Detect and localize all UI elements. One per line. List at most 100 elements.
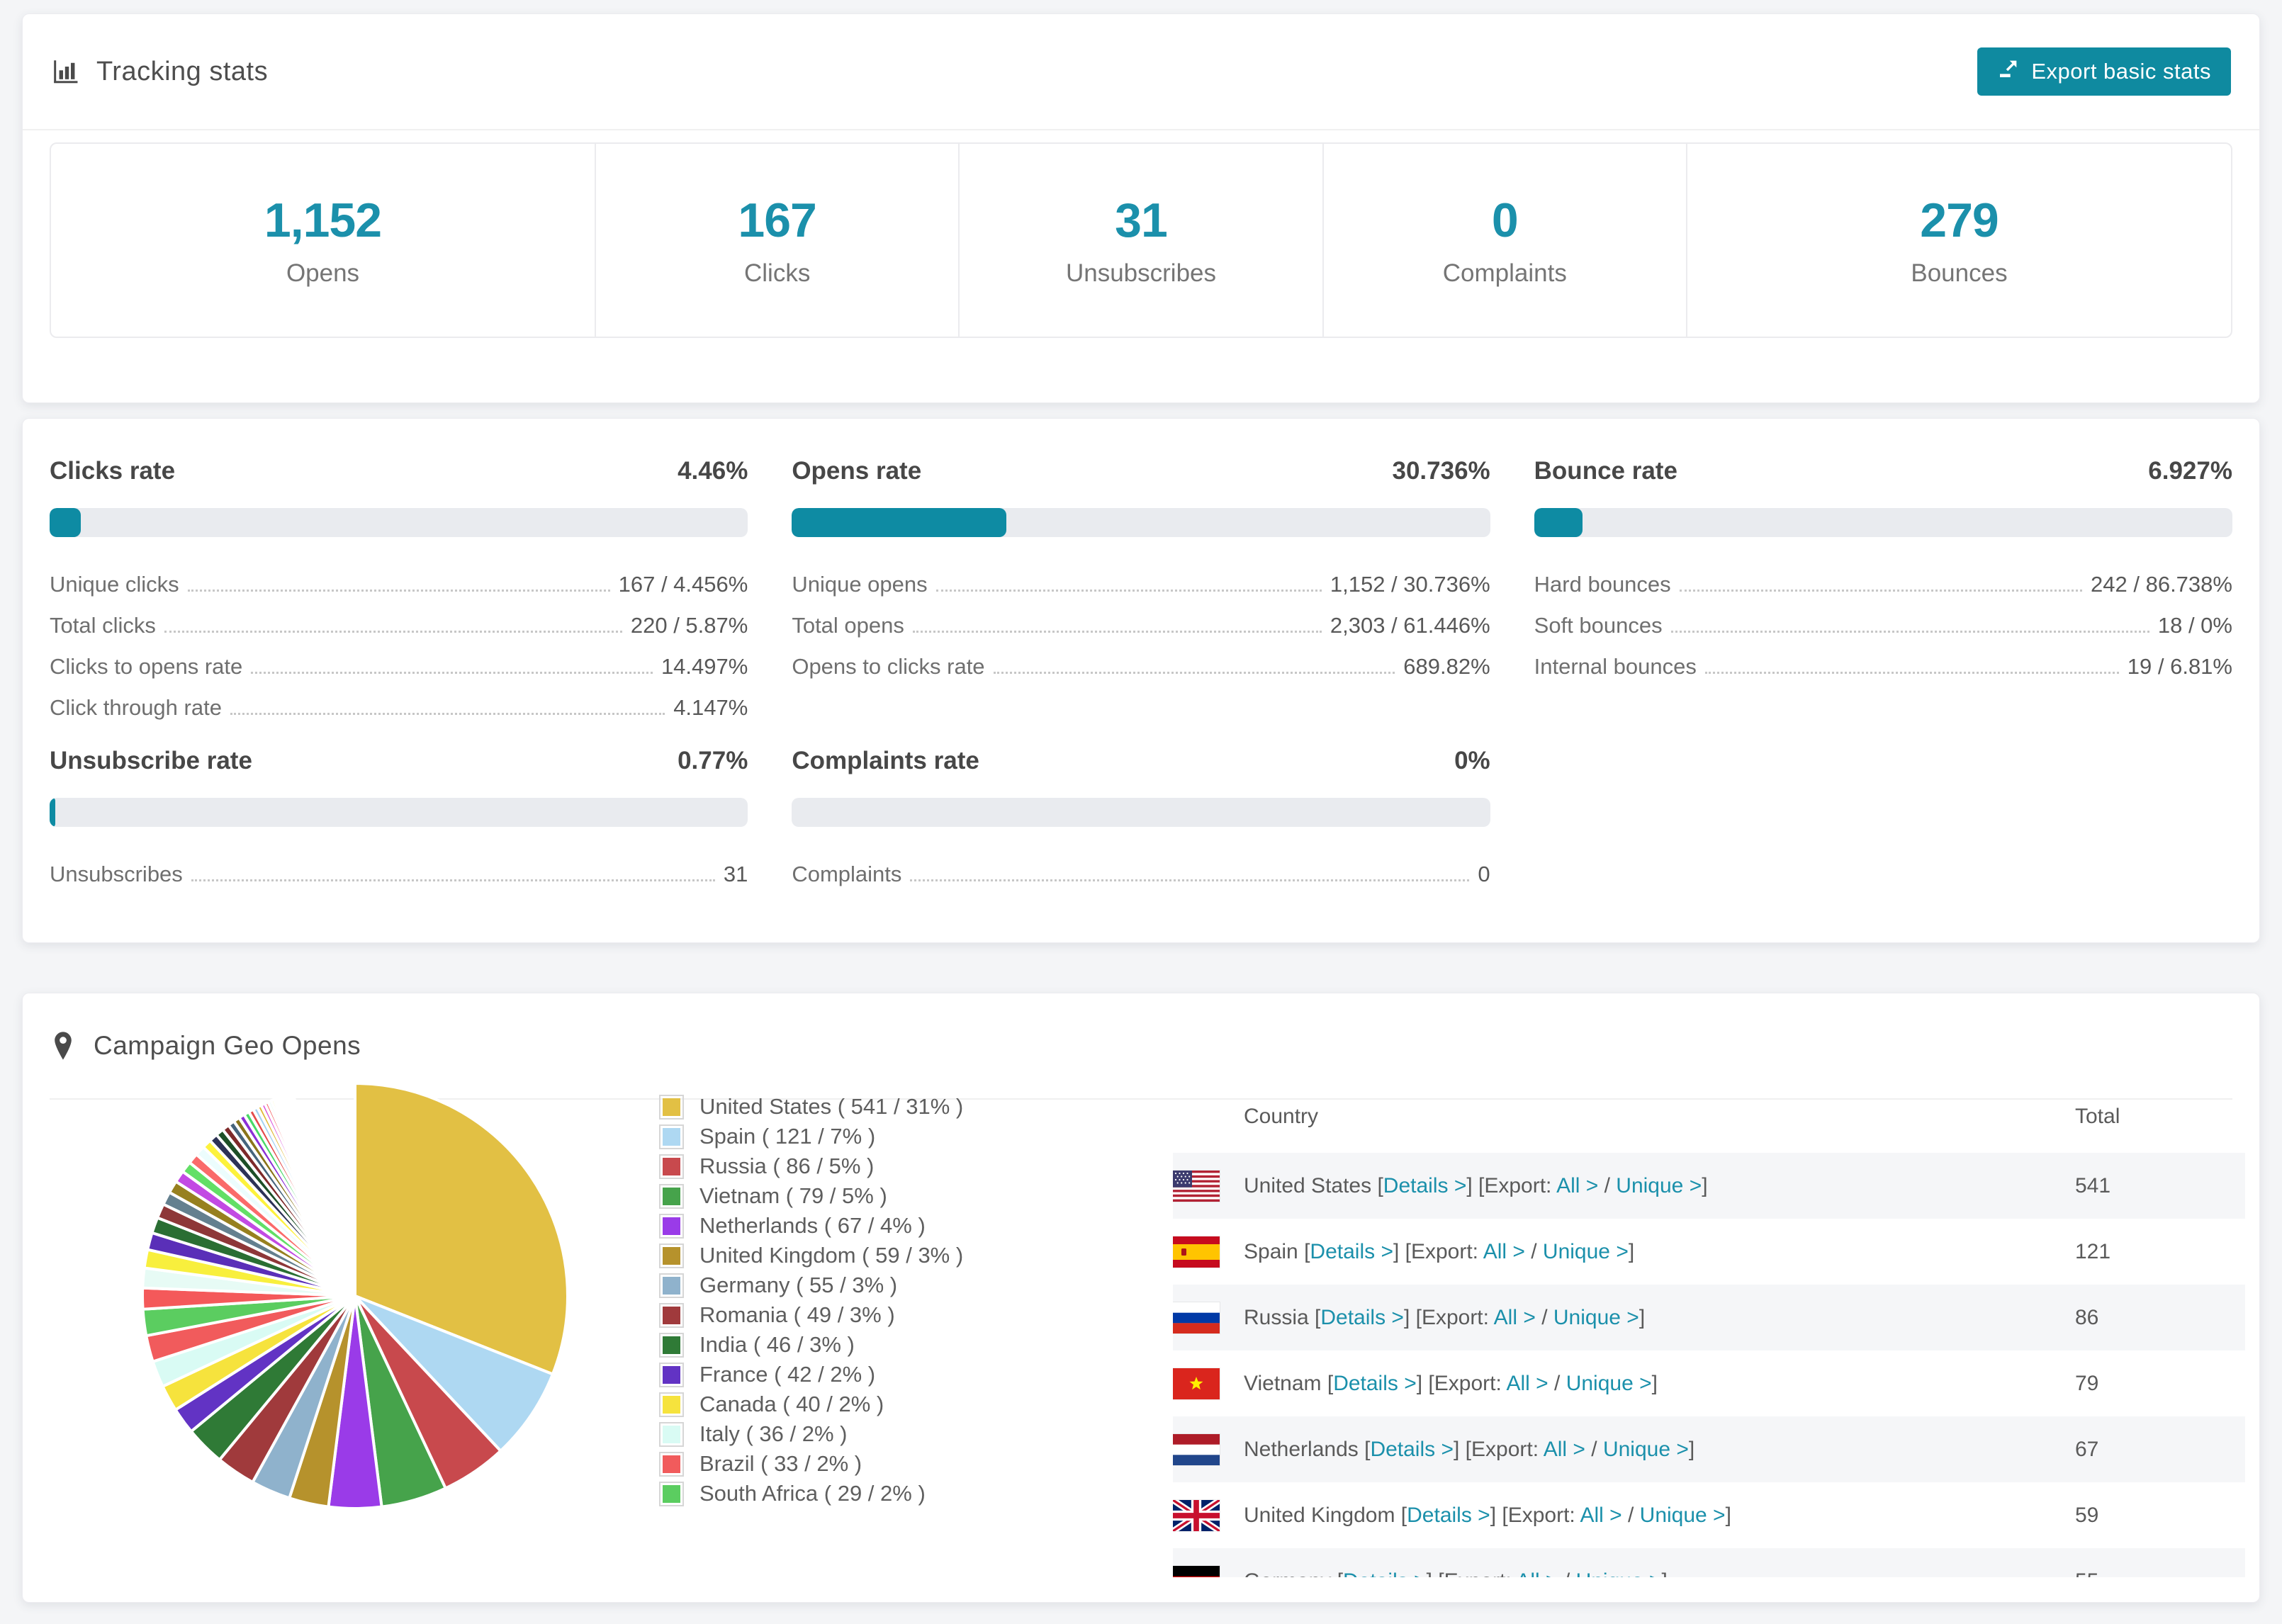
legend-label: France ( 42 / 2% ) bbox=[699, 1362, 876, 1387]
export-unique-link[interactable]: Unique > bbox=[1576, 1569, 1662, 1578]
rate-block-unsubscribe-rate: Unsubscribe rate 0.77% Unsubscribes 31 bbox=[50, 747, 748, 893]
rate-row-label: Unsubscribes bbox=[50, 862, 183, 886]
export-unique-link[interactable]: Unique > bbox=[1603, 1438, 1689, 1461]
export-unique-link[interactable]: Unique > bbox=[1553, 1306, 1639, 1329]
country-total: 541 bbox=[2075, 1173, 2111, 1197]
country-cell: Germany [Details >] [Export: All > / Uni… bbox=[1244, 1569, 2075, 1578]
country-cell: Netherlands [Details >] [Export: All > /… bbox=[1244, 1438, 2075, 1462]
country-name: Netherlands bbox=[1244, 1437, 1359, 1461]
bracket-text: ] [Export: bbox=[1403, 1305, 1494, 1329]
dotted-leader bbox=[251, 672, 653, 674]
export-unique-link[interactable]: Unique > bbox=[1566, 1372, 1652, 1395]
flag-gb-icon bbox=[1173, 1499, 1220, 1532]
pie-legend: United States ( 541 / 31% ) Spain ( 121 /… bbox=[659, 1092, 1113, 1509]
bracket-text: [ bbox=[1371, 1173, 1383, 1197]
bracket-text: ] [Export: bbox=[1427, 1569, 1517, 1578]
legend-swatch bbox=[659, 1392, 684, 1417]
dotted-leader bbox=[1679, 590, 2083, 592]
bracket-text: ] [Export: bbox=[1416, 1371, 1507, 1395]
legend-item-india: India ( 46 / 3% ) bbox=[659, 1330, 1113, 1360]
rate-row-label: Unique opens bbox=[792, 572, 928, 597]
details-link[interactable]: Details > bbox=[1310, 1240, 1393, 1263]
export-all-link[interactable]: All > bbox=[1494, 1306, 1536, 1329]
geo-row-united-kingdom: United Kingdom [Details >] [Export: All … bbox=[1173, 1482, 2245, 1548]
legend-swatch bbox=[659, 1451, 684, 1477]
legend-label: India ( 46 / 3% ) bbox=[699, 1332, 855, 1357]
bracket-text: ] [Export: bbox=[1466, 1173, 1557, 1197]
legend-label: Spain ( 121 / 7% ) bbox=[699, 1124, 876, 1149]
bracket-text: ] bbox=[1639, 1305, 1646, 1329]
legend-label: Netherlands ( 67 / 4% ) bbox=[699, 1213, 926, 1238]
rate-title-row: Unsubscribe rate 0.77% bbox=[50, 747, 748, 778]
tracking-stats-page: { "accent": "#0e8ba3", "accent_bright": … bbox=[0, 0, 2282, 1624]
legend-label: South Africa ( 29 / 2% ) bbox=[699, 1481, 926, 1506]
country-total: 55 bbox=[2075, 1569, 2245, 1578]
rate-row-label: Soft bounces bbox=[1534, 613, 1663, 638]
progress-track bbox=[1534, 508, 2232, 537]
slash-text: / bbox=[1598, 1173, 1617, 1197]
legend-swatch bbox=[659, 1094, 684, 1120]
rate-row-value: 167 / 4.456% bbox=[618, 572, 748, 597]
export-all-link[interactable]: All > bbox=[1544, 1438, 1585, 1461]
progress-fill bbox=[792, 508, 1007, 537]
details-link[interactable]: Details > bbox=[1320, 1306, 1404, 1329]
export-all-link[interactable]: All > bbox=[1506, 1372, 1548, 1395]
geo-row-spain: Spain [Details >] [Export: All > / Uniqu… bbox=[1173, 1219, 2245, 1285]
bracket-text: ] bbox=[1702, 1173, 1708, 1197]
export-unique-link[interactable]: Unique > bbox=[1616, 1174, 1702, 1197]
details-link[interactable]: Details > bbox=[1370, 1438, 1454, 1461]
rate-row-label: Total clicks bbox=[50, 613, 156, 638]
bracket-text: [ bbox=[1358, 1437, 1371, 1461]
details-link[interactable]: Details > bbox=[1383, 1174, 1467, 1197]
export-all-link[interactable]: All > bbox=[1516, 1569, 1558, 1578]
legend-label: United States ( 541 / 31% ) bbox=[699, 1094, 964, 1119]
rate-detail-row: Hard bounces 242 / 86.738% bbox=[1534, 563, 2232, 604]
country-cell: Spain [Details >] [Export: All > / Uniqu… bbox=[1244, 1240, 2075, 1264]
legend-label: Germany ( 55 / 3% ) bbox=[699, 1273, 898, 1297]
rate-detail-row: Complaints 0 bbox=[792, 852, 1490, 893]
export-unique-link[interactable]: Unique > bbox=[1543, 1240, 1629, 1263]
country-name: United States bbox=[1244, 1173, 1372, 1197]
details-link[interactable]: Details > bbox=[1407, 1504, 1490, 1527]
flag-de-icon bbox=[1173, 1564, 1220, 1577]
total-column-header: Total bbox=[2075, 1104, 2120, 1128]
legend-swatch bbox=[659, 1124, 684, 1149]
rate-detail-row: Total opens 2,303 / 61.446% bbox=[792, 604, 1490, 645]
details-link[interactable]: Details > bbox=[1343, 1569, 1427, 1578]
flag-vn-icon bbox=[1173, 1367, 1220, 1400]
stat-label: Complaints bbox=[1442, 259, 1567, 287]
rate-title-row: Bounce rate 6.927% bbox=[1534, 457, 2232, 488]
rate-title: Unsubscribe rate bbox=[50, 747, 252, 774]
country-column-header: Country bbox=[1244, 1104, 1319, 1128]
rate-block-bounce-rate: Bounce rate 6.927% Hard bounces 242 / 86.73… bbox=[1534, 457, 2232, 727]
slash-text: / bbox=[1621, 1503, 1640, 1527]
export-unique-link[interactable]: Unique > bbox=[1640, 1504, 1726, 1527]
export-all-link[interactable]: All > bbox=[1580, 1504, 1621, 1527]
stat-value: 0 bbox=[1491, 193, 1519, 247]
country-total: 86 bbox=[2075, 1305, 2099, 1329]
slash-text: / bbox=[1524, 1239, 1543, 1263]
rate-detail-row: Unique opens 1,152 / 30.736% bbox=[792, 563, 1490, 604]
slash-text: / bbox=[1585, 1437, 1603, 1461]
bracket-text: ] bbox=[1725, 1503, 1731, 1527]
progress-track bbox=[792, 508, 1490, 537]
rate-detail-row: Opens to clicks rate 689.82% bbox=[792, 645, 1490, 686]
export-all-link[interactable]: All > bbox=[1556, 1174, 1598, 1197]
rate-rows: Unique opens 1,152 / 30.736% Total opens 2,… bbox=[792, 563, 1490, 686]
country-name: Spain bbox=[1244, 1239, 1298, 1263]
country-cell: United Kingdom [Details >] [Export: All … bbox=[1244, 1504, 2075, 1528]
export-basic-stats-button[interactable]: Export basic stats bbox=[1977, 47, 2231, 96]
bracket-text: ] bbox=[1688, 1437, 1695, 1461]
tracking-stats-header: Tracking stats Export basic stats bbox=[23, 14, 2259, 130]
legend-swatch bbox=[659, 1481, 684, 1506]
rate-title-row: Opens rate 30.736% bbox=[792, 457, 1490, 488]
rate-title: Opens rate bbox=[792, 457, 922, 485]
bracket-text: [ bbox=[1395, 1503, 1407, 1527]
rate-detail-row: Clicks to opens rate 14.497% bbox=[50, 645, 748, 686]
rate-row-value: 689.82% bbox=[1403, 654, 1490, 679]
stat-value: 167 bbox=[738, 193, 816, 247]
summary-stat-clicks: 167 Clicks bbox=[596, 144, 960, 337]
export-all-link[interactable]: All > bbox=[1483, 1240, 1525, 1263]
details-link[interactable]: Details > bbox=[1333, 1372, 1417, 1395]
rate-rows: Hard bounces 242 / 86.738% Soft bounces 18 … bbox=[1534, 563, 2232, 686]
